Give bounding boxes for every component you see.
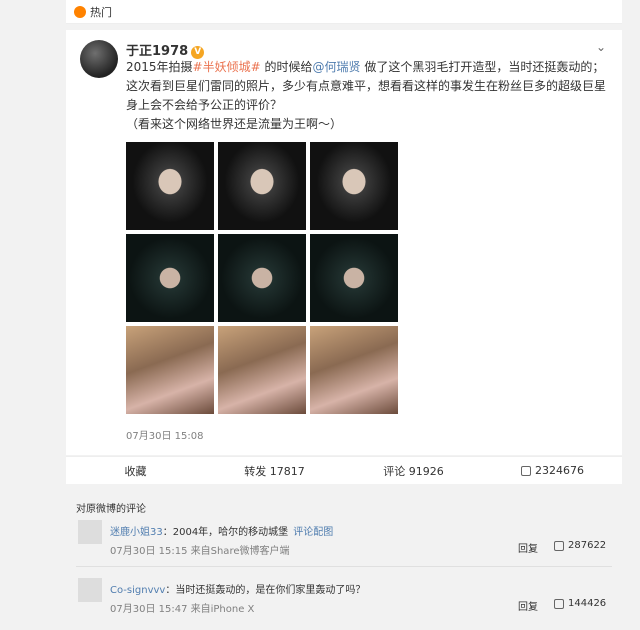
commenter-avatar[interactable] — [78, 520, 102, 544]
comment-like-button[interactable]: 287622 — [554, 540, 606, 551]
post-text-line: （看来这个网络世界还是流量为王啊～） — [126, 117, 343, 131]
comment-meta: 07月30日 15:47 来自iPhone X — [110, 604, 255, 615]
thumbs-up-icon — [521, 465, 531, 476]
post-timestamp[interactable]: 07月30日 15:08 — [126, 427, 203, 442]
comment-like-count: 287622 — [568, 540, 607, 551]
author-name[interactable]: 于正1978 V — [126, 40, 205, 59]
hot-label: 热门 — [90, 5, 112, 19]
post-image[interactable] — [218, 234, 306, 322]
comment-label: 评论 91926 — [383, 464, 444, 478]
author-avatar[interactable] — [80, 40, 118, 78]
post-image[interactable] — [310, 326, 398, 414]
post-image[interactable] — [126, 142, 214, 230]
comment-body: Co-signvvv：当时还挺轰动的，是在你们家里轰动了吗？ — [110, 578, 365, 597]
commenter-name[interactable]: Co-signvvv — [110, 585, 165, 596]
post-text-segment: 的时候给 — [260, 60, 313, 74]
repost-button[interactable]: 转发 17817 — [205, 457, 344, 484]
comment-button[interactable]: 评论 91926 — [344, 457, 483, 484]
post-image[interactable] — [218, 326, 306, 414]
post-image[interactable] — [310, 142, 398, 230]
repost-label: 转发 17817 — [244, 464, 305, 478]
comment-text: ：2004年，哈尔的移动城堡 — [162, 527, 289, 538]
author-name-text[interactable]: 于正1978 — [126, 44, 188, 59]
collect-label: 收藏 — [124, 464, 147, 478]
image-grid — [126, 142, 402, 414]
comment-image-link[interactable]: 评论配图 — [293, 527, 333, 538]
post-text-segment: 2015年拍摄 — [126, 60, 193, 74]
commenter-name[interactable]: 迷鹿小姐33 — [110, 527, 163, 538]
post-image[interactable] — [218, 142, 306, 230]
post-image[interactable] — [310, 234, 398, 322]
post-image[interactable] — [126, 234, 214, 322]
fire-icon — [74, 5, 86, 18]
comment-like-count: 144426 — [568, 598, 607, 609]
reply-button[interactable]: 回复 — [518, 540, 538, 555]
post-text: 2015年拍摄#半妖倾城# 的时候给@何瑞贤 做了这个黑羽毛打开造型，当时还挺轰… — [126, 58, 606, 134]
comment-text: ：当时还挺轰动的，是在你们家里轰动了吗？ — [165, 585, 366, 596]
post-text-segment: 做了这个黑羽毛打开造型，当时还挺轰动的； — [360, 60, 605, 74]
comments-header: 对原微博的评论 — [76, 504, 146, 515]
post-image[interactable] — [126, 326, 214, 414]
thumbs-up-icon — [554, 598, 564, 609]
comments-section: 对原微博的评论 迷鹿小姐33：2004年，哈尔的移动城堡 评论配图 07月30日… — [66, 492, 622, 630]
post-text-line: 这次看到巨星们雷同的照片，多少有点意难平，想看看这样的事发生在粉丝巨多的超级巨星… — [126, 79, 607, 112]
chevron-down-icon[interactable]: ⌄ — [596, 40, 606, 54]
comment-like-button[interactable]: 144426 — [554, 598, 606, 609]
divider — [76, 566, 612, 567]
comment-body: 迷鹿小姐33：2004年，哈尔的移动城堡 评论配图 — [110, 520, 333, 539]
commenter-avatar[interactable] — [78, 578, 102, 602]
thumbs-up-icon — [554, 540, 564, 551]
like-button[interactable]: 2324676 — [483, 457, 622, 484]
post-card: 于正1978 V ⌄ 2015年拍摄#半妖倾城# 的时候给@何瑞贤 做了这个黑羽毛… — [66, 30, 622, 455]
reply-button[interactable]: 回复 — [518, 598, 538, 613]
action-bar: 收藏 转发 17817 评论 91926 2324676 — [66, 456, 622, 484]
mention-link[interactable]: @何瑞贤 — [313, 60, 361, 74]
hashtag-link[interactable]: #半妖倾城# — [193, 60, 261, 74]
like-count: 2324676 — [535, 464, 584, 477]
comment-meta: 07月30日 15:15 来自Share微博客户端 — [110, 546, 290, 557]
collect-button[interactable]: 收藏 — [66, 457, 205, 484]
hot-header: 热门 — [66, 0, 622, 24]
